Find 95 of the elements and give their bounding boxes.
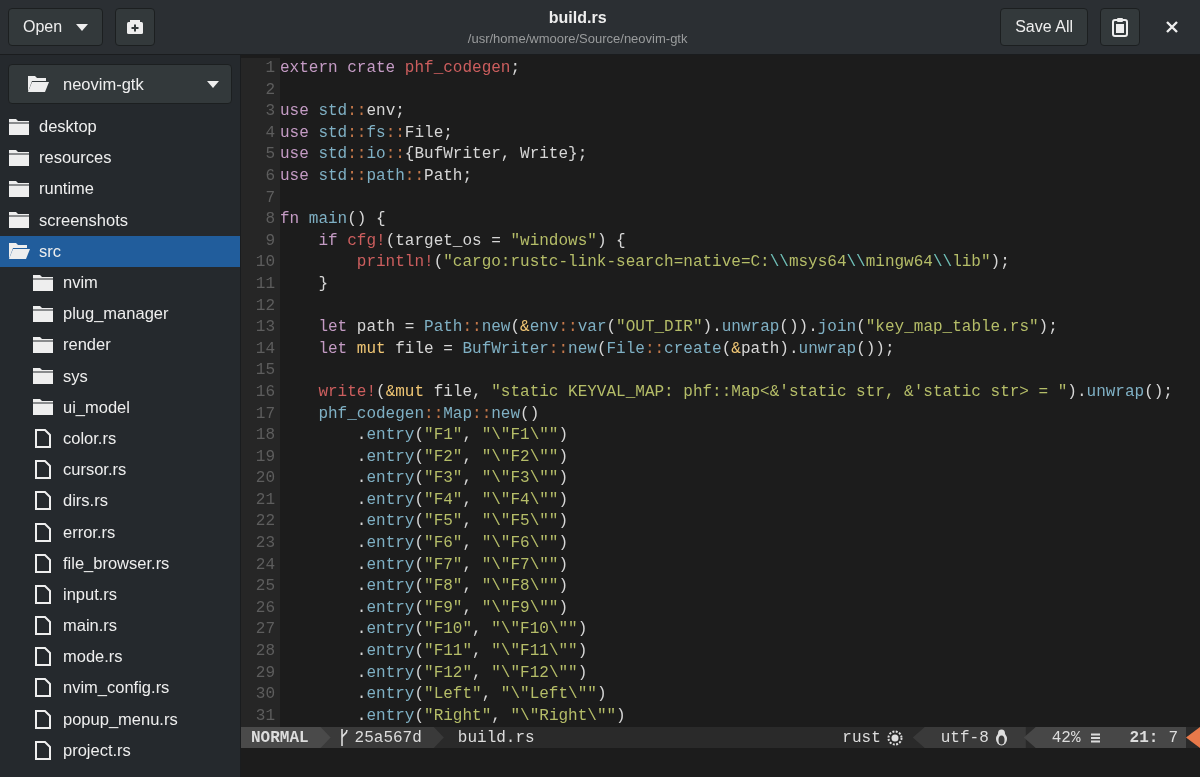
code-line: .entry("F9", "\"F9\"") <box>355 597 569 619</box>
window-title: build.rs <box>548 8 607 27</box>
open-folder-icon <box>27 75 49 93</box>
code-line: .entry("F3", "\"F3\"") <box>355 468 569 490</box>
branch-name: 25a567d <box>354 728 422 747</box>
file-icon <box>32 491 54 511</box>
code-line: .entry("F10", "\"F10\"") <box>355 619 588 641</box>
code-line: .entry("Right", "\"Right\"") <box>355 705 626 727</box>
code-line: .entry("F5", "\"F5\"") <box>355 511 569 533</box>
tree-item[interactable]: main.rs <box>0 610 240 642</box>
tree-item[interactable]: color.rs <box>0 422 240 455</box>
file-icon <box>32 522 54 542</box>
code-line: .entry("F12", "\"F12\"") <box>355 662 588 684</box>
tree-item[interactable]: sys <box>0 360 240 392</box>
file-icon <box>32 553 54 573</box>
file-type: rust <box>842 728 881 747</box>
tree-item[interactable]: src <box>0 235 240 267</box>
folder-icon <box>8 117 30 136</box>
code-line: write!(&mut file, "static KEYVAL_MAP: phf::Map<&'static str, &'static str> = ").unwrap(); <box>317 381 1173 403</box>
code-line: use std::fs::File; <box>280 122 453 144</box>
tree-item[interactable]: error.rs <box>0 516 240 548</box>
code-line: .entry("F11", "\"F11\"") <box>355 641 588 663</box>
code-line: let mut file = BufWriter::new(File::create(&path).unwrap()); <box>317 338 895 360</box>
code-line: use std::path::Path; <box>280 165 473 187</box>
file-icon <box>32 460 54 480</box>
folder-icon <box>32 367 54 386</box>
close-icon <box>1166 21 1178 33</box>
window-subtitle: /usr/home/wmoore/Source/neovim-gtk <box>467 30 688 46</box>
code-line: .entry("F2", "\"F2\"") <box>355 446 569 468</box>
clipboard-icon <box>1112 17 1128 37</box>
clipboard-button[interactable] <box>1100 8 1140 46</box>
code-line: let path = Path::new(&env::var("OUT_DIR").unwrap()).join("key_map_table.rs"); <box>317 317 1058 339</box>
code-line: } <box>317 273 328 295</box>
open-button[interactable]: Open <box>8 8 104 46</box>
tree-item[interactable]: resources <box>0 142 240 174</box>
tree-item[interactable]: project.rs <box>0 734 240 766</box>
folder-icon <box>32 398 54 417</box>
file-icon <box>32 584 54 604</box>
file-icon <box>32 616 54 636</box>
folder-icon <box>8 179 30 198</box>
tree-item[interactable]: dirs.rs <box>0 485 240 517</box>
file-name: build.rs <box>456 728 535 747</box>
code-line: if cfg!(target_os = "windows") { <box>317 230 626 252</box>
cog-icon <box>886 729 903 746</box>
status-arrow-icon <box>1186 727 1200 748</box>
lines-icon <box>1090 732 1100 743</box>
cursor-column: 7 <box>1168 728 1178 747</box>
code-line: fn main() { <box>280 209 386 231</box>
file-icon <box>32 740 54 760</box>
tree-item[interactable]: nvim <box>0 266 240 299</box>
code-line: use std::io::{BufWriter, Write}; <box>280 144 588 166</box>
code-line: .entry("Left", "\"Left\"") <box>355 684 607 706</box>
code-line: .entry("F6", "\"F6\"") <box>355 533 569 555</box>
code-line: .entry("F4", "\"F4\"") <box>355 489 569 511</box>
code-line: extern crate phf_codegen; <box>280 58 521 79</box>
open-folder-icon <box>8 242 30 261</box>
file-icon <box>32 678 54 698</box>
folder-icon <box>32 273 54 292</box>
save-all-button[interactable]: Save All <box>1000 8 1088 46</box>
folder-icon <box>32 304 54 323</box>
tree-item[interactable]: plug_manager <box>0 298 240 330</box>
code-line: .entry("F1", "\"F1\"") <box>355 425 569 447</box>
new-tab-button[interactable] <box>115 8 156 46</box>
tree-item[interactable]: render <box>0 329 240 361</box>
tree-item[interactable]: cursor.rs <box>0 454 240 486</box>
tree-item[interactable]: ui_model <box>0 391 240 423</box>
project-dropdown[interactable]: neovim-gtk <box>8 64 232 104</box>
code-line: .entry("F8", "\"F8\"") <box>355 576 569 598</box>
tree-item[interactable]: input.rs <box>0 578 240 610</box>
folder-icon <box>8 148 30 167</box>
file-icon <box>32 709 54 729</box>
code-line: .entry("F7", "\"F7\"") <box>355 554 569 576</box>
plus-box-icon <box>126 19 145 35</box>
tree-item[interactable]: mode.rs <box>0 641 240 673</box>
file-icon <box>32 428 54 448</box>
folder-icon <box>32 335 54 354</box>
project-name: neovim-gtk <box>63 74 145 94</box>
cursor-line: 21: <box>1129 728 1159 747</box>
code-line: println!("cargo:rustc-link-search=native=C:\\msys64\\mingw64\\lib"); <box>355 252 1010 274</box>
tree-item[interactable]: screenshots <box>0 204 240 236</box>
code-line: use std::env; <box>280 101 405 123</box>
scroll-percent: 42% <box>1051 728 1081 747</box>
file-icon <box>32 647 54 667</box>
tree-item[interactable]: runtime <box>0 173 240 205</box>
branch-icon <box>338 729 349 746</box>
tree-item[interactable]: nvim_config.rs <box>0 672 240 704</box>
tree-item[interactable]: desktop <box>0 111 240 143</box>
encoding: utf-8 <box>940 728 989 747</box>
caret-icon <box>207 80 219 88</box>
caret-icon <box>76 23 89 31</box>
mode-indicator: NORMAL <box>241 727 331 748</box>
code-line: phf_codegen::Map::new() <box>317 403 540 425</box>
tree-item[interactable]: file_browser.rs <box>0 547 240 579</box>
folder-icon <box>8 211 30 230</box>
tree-item[interactable]: popup_menu.rs <box>0 703 240 735</box>
